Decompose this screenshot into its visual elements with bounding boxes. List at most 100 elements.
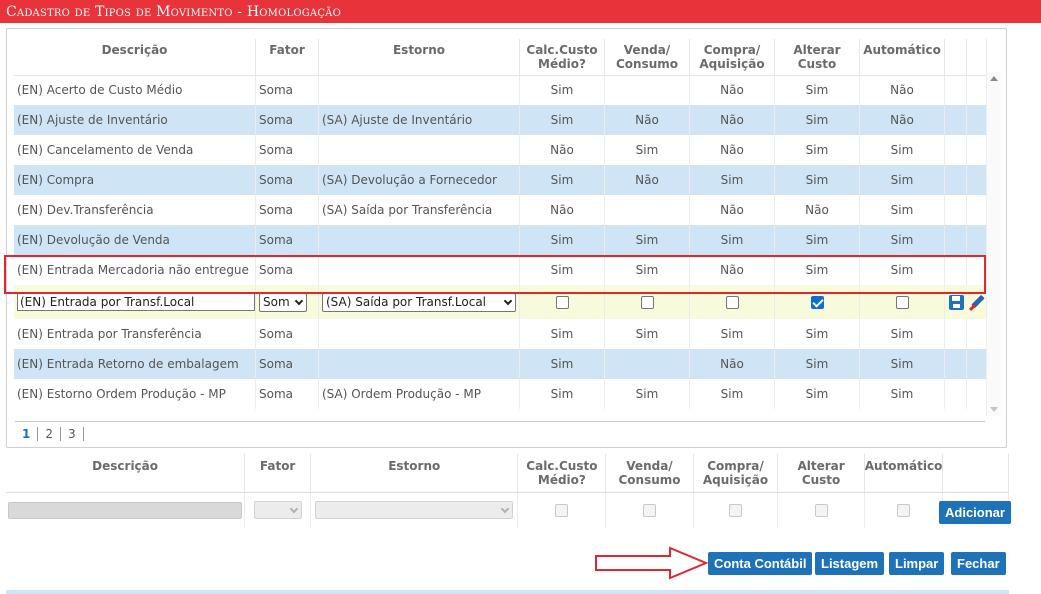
add-form: Descrição Fator Estorno Calc.Custo Médio… bbox=[6, 454, 1011, 529]
cell-action bbox=[944, 319, 967, 349]
cell-estorno: (SA) Saída por Transferência bbox=[318, 195, 520, 225]
cell-auto: Sim bbox=[859, 319, 945, 349]
edit-row[interactable]: Som (SA) Saída por Transf.Local bbox=[14, 285, 987, 319]
cell-venda: Sim bbox=[604, 379, 690, 409]
cell-compra: Não bbox=[689, 349, 775, 379]
chevron-down-icon bbox=[500, 505, 510, 514]
edit-fator-select[interactable]: Som bbox=[259, 292, 307, 312]
edit-descricao-input[interactable] bbox=[17, 293, 255, 311]
col-header-compra[interactable]: Compra/ Aquisição bbox=[689, 39, 775, 76]
cell-action bbox=[944, 165, 967, 195]
new-venda-checkbox[interactable] bbox=[643, 504, 656, 518]
form-header-estorno: Estorno bbox=[310, 454, 519, 493]
new-estorno-select[interactable] bbox=[315, 501, 514, 520]
col-header-calc-custo[interactable]: Calc.Custo Médio? bbox=[519, 39, 605, 76]
edit-pencil-icon[interactable] bbox=[968, 294, 986, 310]
limpar-button[interactable]: Limpar bbox=[889, 552, 945, 575]
cell-auto: Sim bbox=[859, 379, 945, 409]
cell-calc: Sim bbox=[519, 379, 605, 409]
table-row[interactable]: (EN) Dev.Transferência Soma (SA) Saída por… bbox=[14, 195, 987, 225]
cell-action bbox=[966, 319, 987, 349]
edit-venda-checkbox[interactable] bbox=[640, 296, 654, 309]
edit-auto-checkbox[interactable] bbox=[895, 296, 909, 309]
cell-fator: Soma bbox=[255, 225, 319, 255]
col-header-automatico[interactable]: Automático bbox=[859, 39, 945, 76]
grid-scrollbar[interactable] bbox=[986, 72, 1001, 416]
cell-compra: Sim bbox=[689, 319, 775, 349]
col-header-descricao[interactable]: Descrição bbox=[14, 39, 256, 76]
listagem-button[interactable]: Listagem bbox=[815, 552, 885, 575]
edit-compra-checkbox[interactable] bbox=[725, 296, 739, 309]
cell-calc: Não bbox=[519, 195, 605, 225]
conta-contabil-button[interactable]: Conta Contábil bbox=[708, 552, 813, 575]
cell-action bbox=[966, 225, 987, 255]
form-header-fator: Fator bbox=[244, 454, 312, 493]
cell-venda: Sim bbox=[604, 255, 690, 285]
edit-calc-checkbox[interactable] bbox=[555, 296, 569, 309]
table-row[interactable]: (EN) Ajuste de Inventário Soma (SA) Ajuste… bbox=[14, 105, 987, 135]
new-fator-select[interactable] bbox=[253, 501, 302, 520]
cell-alterar: Não bbox=[774, 195, 860, 225]
scroll-up-icon[interactable] bbox=[990, 76, 998, 81]
cell-alterar: Sim bbox=[774, 105, 860, 135]
col-header-action-2 bbox=[966, 39, 987, 76]
new-calc-checkbox[interactable] bbox=[555, 504, 569, 518]
col-header-alterar-custo[interactable]: Alterar Custo bbox=[774, 39, 860, 76]
add-form-table: Descrição Fator Estorno Calc.Custo Médio… bbox=[6, 454, 1009, 528]
table-row[interactable]: (EN) Estorno Ordem Produção - MP Soma (SA)… bbox=[14, 379, 987, 409]
page-link-2[interactable]: 2 bbox=[38, 427, 61, 441]
new-alterar-checkbox[interactable] bbox=[814, 504, 828, 518]
cell-venda: Sim bbox=[604, 225, 690, 255]
form-header-alterar-custo: Alterar Custo bbox=[777, 454, 865, 493]
cell-compra: Não bbox=[689, 105, 775, 135]
cell-estorno bbox=[318, 255, 520, 285]
edit-estorno-select[interactable]: (SA) Saída por Transf.Local bbox=[322, 292, 516, 312]
col-header-venda[interactable]: Venda/ Consumo bbox=[604, 39, 690, 76]
page-link-1[interactable]: 1 bbox=[15, 427, 39, 441]
scroll-down-icon[interactable] bbox=[990, 407, 998, 412]
cell-fator: Soma bbox=[255, 195, 319, 225]
cell-venda bbox=[604, 195, 690, 225]
cell-alterar: Sim bbox=[774, 255, 860, 285]
arrow-annotation-icon bbox=[595, 546, 709, 580]
cell-fator: Soma bbox=[255, 135, 319, 165]
new-auto-checkbox[interactable] bbox=[897, 504, 911, 518]
new-compra-checkbox[interactable] bbox=[729, 504, 743, 518]
cell-action bbox=[944, 225, 967, 255]
table-row[interactable]: (EN) Cancelamento de Venda Soma Não Sim Não S… bbox=[14, 135, 987, 165]
table-row[interactable]: (EN) Entrada por Transferência Soma Sim Sim… bbox=[14, 319, 987, 349]
edit-alterar-checkbox[interactable] bbox=[810, 296, 824, 309]
cell-compra: Sim bbox=[689, 225, 775, 255]
cell-alterar: Sim bbox=[774, 75, 860, 105]
table-row[interactable]: (EN) Compra Soma (SA) Devolução a Forneced… bbox=[14, 165, 987, 195]
fechar-button[interactable]: Fechar bbox=[951, 552, 1006, 575]
cell-descricao: (EN) Entrada Retorno de embalagem bbox=[14, 349, 256, 379]
cell-calc: Sim bbox=[519, 165, 605, 195]
cell-compra: Não bbox=[689, 255, 775, 285]
cell-estorno: (SA) Devolução a Fornecedor bbox=[318, 165, 520, 195]
col-header-estorno[interactable]: Estorno bbox=[318, 39, 520, 76]
save-icon[interactable] bbox=[949, 294, 964, 310]
cell-alterar: Sim bbox=[774, 319, 860, 349]
cell-fator: Soma bbox=[255, 319, 319, 349]
cell-fator: Soma bbox=[255, 349, 319, 379]
form-header-action bbox=[942, 454, 1009, 493]
grid-table: Descrição Fator Estorno Calc.Custo Médio… bbox=[14, 39, 987, 409]
page-link-3[interactable]: 3 bbox=[61, 427, 84, 441]
cell-action bbox=[966, 75, 987, 105]
add-button[interactable]: Adicionar bbox=[939, 501, 1011, 524]
form-header-automatico: Automático bbox=[864, 454, 944, 493]
window-title: Cadastro de Tipos de Movimento - Homolog… bbox=[0, 0, 1041, 23]
col-header-fator[interactable]: Fator bbox=[255, 39, 319, 76]
new-descricao-input[interactable] bbox=[8, 501, 243, 519]
cell-descricao: (EN) Ajuste de Inventário bbox=[14, 105, 256, 135]
table-row[interactable]: (EN) Entrada Retorno de embalagem Soma Sim… bbox=[14, 349, 987, 379]
table-row[interactable]: (EN) Devolução de Venda Soma Sim Sim Sim Sim S… bbox=[14, 225, 987, 255]
edit-estorno-value: (SA) Saída por Transf.Local bbox=[326, 294, 487, 309]
cell-action bbox=[966, 349, 987, 379]
cell-venda: Sim bbox=[604, 135, 690, 165]
cell-fator: Soma bbox=[255, 255, 319, 285]
table-row[interactable]: (EN) Acerto de Custo Médio Soma Sim Não Sim N… bbox=[14, 75, 987, 105]
table-row[interactable]: (EN) Entrada Mercadoria não entregue Soma… bbox=[14, 255, 987, 285]
cell-calc: Sim bbox=[519, 105, 605, 135]
